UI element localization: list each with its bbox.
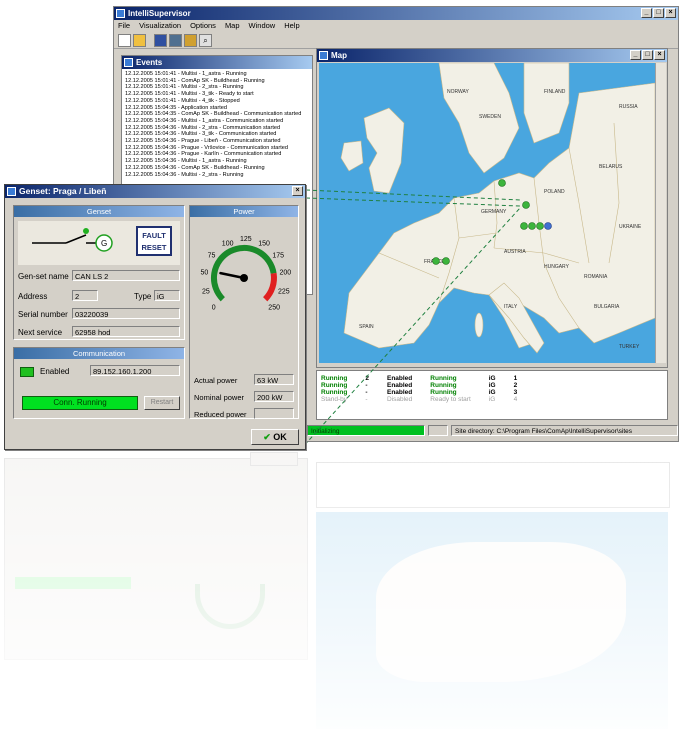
power-header: Power	[190, 206, 298, 217]
serial-number-label: Serial number	[18, 310, 68, 319]
nominal-power-label: Nominal power	[194, 393, 245, 402]
nominal-power-field: 200 kW	[254, 391, 294, 402]
power-section: Power 0 25 50 75 100 125 150 175 200 225 250 Actua…	[189, 205, 299, 419]
gauge-tick-label: 75	[208, 253, 216, 260]
enabled-checkbox[interactable]	[20, 367, 34, 377]
actual-power-label: Actual power	[194, 376, 238, 385]
actual-power-field: 63 kW	[254, 374, 294, 385]
gauge-tick-label: 200	[280, 270, 292, 277]
communication-section: Communication Enabled 89.152.160.1.200 C…	[13, 347, 185, 419]
genset-section: Genset G FAULT RESET Gen-set name CAN LS…	[13, 205, 185, 340]
reduced-power-field	[254, 408, 294, 419]
connector-line	[305, 189, 521, 201]
next-service-field: 62958 hod	[72, 326, 180, 337]
address-label: Address	[18, 292, 48, 301]
gauge-red-arc	[262, 272, 277, 302]
reflection-fade	[0, 452, 682, 729]
gauge-tick-label: 175	[272, 253, 284, 260]
address-field: 2	[72, 290, 98, 301]
comm-status-indicator: Conn. Running	[22, 396, 138, 410]
connector-line	[305, 197, 521, 207]
gen-set-name-field: CAN LS 2	[72, 270, 180, 281]
next-service-label: Next service	[18, 328, 63, 337]
power-gauge: 0 25 50 75 100 125 150175 200 225 250	[201, 236, 292, 311]
dialog-icon	[7, 187, 16, 196]
gauge-tick-label: 0	[212, 304, 216, 311]
genset-dialog: Genset: Praga / Libeň × Genset G FAULT R…	[4, 184, 306, 450]
type-field: iG	[154, 290, 180, 301]
type-label: Type	[134, 292, 152, 301]
ok-button[interactable]: ✔ OK	[251, 429, 299, 445]
serial-number-field: 03220039	[72, 308, 180, 319]
gauge-tick-label: 100	[222, 240, 234, 247]
communication-header: Communication	[14, 348, 184, 359]
fault-reset-button[interactable]: FAULT RESET	[136, 226, 172, 256]
gauge-hub	[240, 274, 248, 282]
dialog-titlebar[interactable]: Genset: Praga / Libeň ×	[5, 185, 305, 198]
gauge-tick-label: 250	[268, 304, 280, 311]
gauge-tick-label: 150	[258, 240, 270, 247]
connector-line	[299, 207, 521, 451]
dialog-title: Genset: Praga / Libeň	[19, 186, 107, 196]
generator-label: G	[101, 239, 107, 248]
gauge-tick-label: 125	[240, 236, 252, 243]
gauge-tick-label: 50	[201, 270, 209, 277]
enabled-label: Enabled	[40, 367, 70, 376]
checkmark-icon: ✔	[263, 432, 271, 442]
dialog-close-button[interactable]: ×	[292, 186, 303, 196]
genset-header: Genset	[14, 206, 184, 217]
reduced-power-label: Reduced power	[194, 410, 247, 419]
restart-button[interactable]: Restart	[144, 396, 180, 410]
gauge-tick-label: 225	[278, 288, 290, 295]
gen-set-name-label: Gen-set name	[18, 272, 69, 281]
gauge-tick-label: 25	[202, 288, 210, 295]
ip-address-field[interactable]: 89.152.160.1.200	[90, 365, 180, 376]
ok-label: OK	[273, 432, 287, 442]
